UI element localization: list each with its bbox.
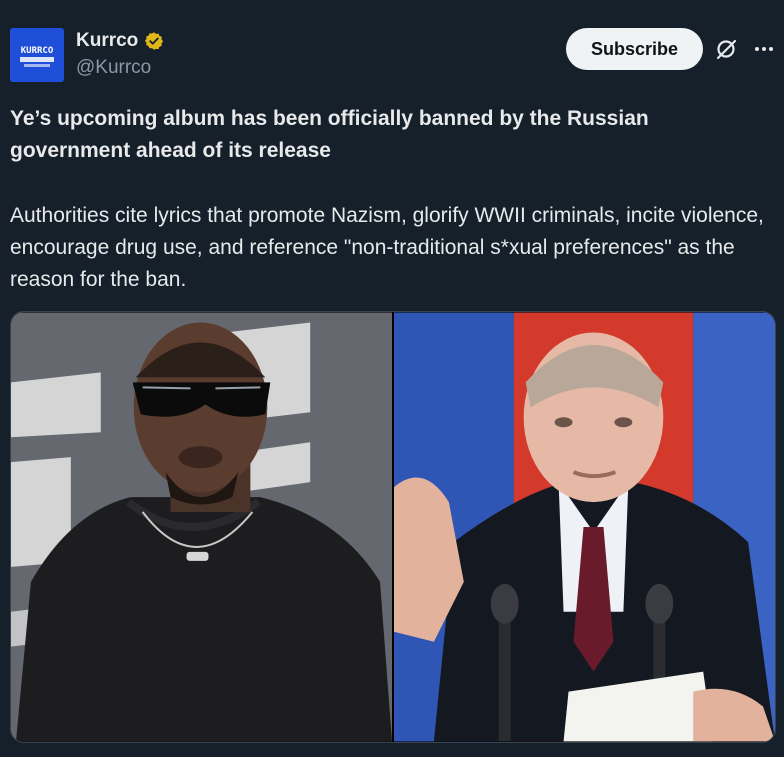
author-display-name[interactable]: Kurrco: [76, 30, 138, 52]
post-body: Authorities cite lyrics that promote Naz…: [10, 204, 764, 291]
more-icon[interactable]: [752, 37, 776, 61]
man-in-sunglasses-photo[interactable]: [11, 312, 392, 742]
avatar[interactable]: KURRCO: [10, 28, 64, 82]
kurrco-logo: KURRCO: [10, 28, 64, 82]
post-headline: Ye’s upcoming album has been officially …: [10, 107, 649, 162]
author-name-row: Kurrco: [76, 30, 164, 52]
verified-badge-icon[interactable]: [144, 31, 164, 51]
grok-icon[interactable]: [714, 37, 738, 61]
speaker-at-microphones-photo[interactable]: [394, 312, 775, 742]
post-media[interactable]: [10, 311, 776, 743]
subscribe-button[interactable]: Subscribe: [566, 28, 703, 70]
author-handle[interactable]: @Kurrco: [76, 57, 151, 79]
avatar-logo-text: KURRCO: [21, 46, 54, 56]
